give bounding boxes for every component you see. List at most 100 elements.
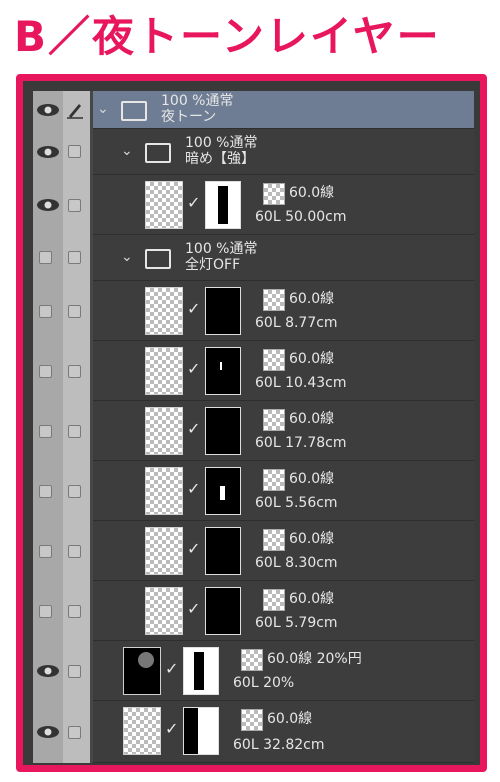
layer-row-tone[interactable]: ✓ 60.0線 60L 5.79cm (33, 581, 474, 641)
tone-lines: 60.0線 (289, 291, 335, 307)
layer-row-tone[interactable]: ✓ 60.0線 60L 8.30cm (33, 521, 474, 581)
edit-checkbox[interactable] (68, 665, 81, 678)
link-icon: ✓ (165, 659, 179, 678)
layer-mask-thumbnail (205, 347, 241, 395)
layer-row-tone[interactable]: ✓ 60.0線 60L 17.78cm (33, 401, 474, 461)
layer-body: ✓ 60.0線 60L 50.00cm (93, 175, 474, 235)
layer-mask-thumbnail (205, 287, 241, 335)
layer-row-tone[interactable]: ✓ 60.0線 60L 8.77cm (33, 281, 474, 341)
tone-size: 60L 8.30cm (255, 555, 338, 571)
tone-size: 60L 5.79cm (255, 615, 338, 631)
link-icon: ✓ (187, 479, 201, 498)
tone-icon (241, 709, 263, 731)
layer-blend: 100 %通常 (161, 93, 234, 109)
layer-thumbnail (145, 287, 183, 335)
layer-name: 夜トーン (161, 109, 217, 125)
chevron-down-icon[interactable]: ⌄ (121, 143, 133, 159)
layer-body: ✓ 60.0線 60L 32.82cm (93, 701, 474, 763)
tone-lines: 60.0線 20%円 (267, 651, 362, 667)
eye-icon[interactable] (36, 103, 60, 117)
layer-blend: 100 %通常 (185, 135, 258, 151)
layer-name: 全灯OFF (185, 257, 241, 273)
link-icon: ✓ (187, 359, 201, 378)
tone-size: 60L 17.78cm (255, 435, 347, 451)
edit-checkbox[interactable] (68, 605, 81, 618)
layer-row-tone[interactable]: ✓ 60.0線 60L 10.43cm (33, 341, 474, 401)
layer-body: ✓ 60.0線 20%円 60L 20% (93, 641, 474, 701)
chevron-down-icon[interactable]: ⌄ (97, 101, 109, 117)
tone-icon (263, 409, 285, 431)
tone-lines: 60.0線 (289, 411, 335, 427)
edit-checkbox[interactable] (68, 305, 81, 318)
link-icon: ✓ (187, 599, 201, 618)
link-icon: ✓ (187, 539, 201, 558)
tone-icon (263, 469, 285, 491)
layer-mask-thumbnail (205, 587, 241, 635)
edit-checkbox[interactable] (68, 365, 81, 378)
tone-size: 60L 32.82cm (233, 737, 325, 753)
visibility-checkbox[interactable] (39, 365, 52, 378)
layer-row-folder-all-off[interactable]: ⌄ 100 %通常 全灯OFF (33, 235, 474, 281)
folder-icon (145, 143, 171, 163)
visibility-checkbox[interactable] (39, 545, 52, 558)
visibility-checkbox[interactable] (39, 485, 52, 498)
layer-thumbnail (145, 467, 183, 515)
tone-lines: 60.0線 (289, 591, 335, 607)
chevron-down-icon[interactable]: ⌄ (121, 249, 133, 265)
edit-checkbox[interactable] (68, 251, 81, 264)
tone-size: 60L 8.77cm (255, 315, 338, 331)
layer-panel: ⌄ 100 %通常 夜トーン ⌄ 100 %通常 暗め【強】 ✓ 60.0線 6… (16, 74, 487, 772)
layer-body: ✓ 60.0線 60L 5.79cm (93, 581, 474, 641)
tone-icon (263, 289, 285, 311)
tone-lines: 60.0線 (289, 351, 335, 367)
tone-lines: 60.0線 (289, 185, 335, 201)
layer-row-tone-circle[interactable]: ✓ 60.0線 20%円 60L 20% (33, 641, 474, 701)
edit-checkbox[interactable] (68, 425, 81, 438)
layer-name: 暗め【強】 (185, 151, 255, 167)
tone-size: 60L 50.00cm (255, 209, 347, 225)
edit-checkbox[interactable] (68, 199, 81, 212)
edit-checkbox[interactable] (68, 545, 81, 558)
tone-icon (263, 349, 285, 371)
visibility-checkbox[interactable] (39, 305, 52, 318)
layer-mask-thumbnail (183, 647, 219, 695)
layer-row-tone[interactable]: ✓ 60.0線 60L 50.00cm (33, 175, 474, 235)
layer-row-folder-night-tone[interactable]: ⌄ 100 %通常 夜トーン (33, 91, 474, 129)
tone-icon (263, 183, 285, 205)
layer-thumbnail (145, 587, 183, 635)
layer-row-tone[interactable]: ✓ 60.0線 60L 32.82cm (33, 701, 474, 763)
eye-icon[interactable] (36, 725, 60, 739)
visibility-checkbox[interactable] (39, 251, 52, 264)
layer-mask-thumbnail (183, 707, 219, 755)
page-title: B／夜トーンレイヤー (14, 12, 441, 61)
layer-thumbnail (145, 181, 183, 229)
pen-icon[interactable] (66, 101, 84, 119)
tone-icon (263, 529, 285, 551)
eye-icon[interactable] (36, 145, 60, 159)
layer-body: ⌄ 100 %通常 暗め【強】 (93, 129, 474, 175)
layer-thumbnail (145, 407, 183, 455)
edit-checkbox[interactable] (68, 145, 81, 158)
tone-lines: 60.0線 (289, 531, 335, 547)
layer-body: ✓ 60.0線 60L 5.56cm (93, 461, 474, 521)
layer-body: ✓ 60.0線 60L 8.30cm (93, 521, 474, 581)
layer-row-tone[interactable]: ✓ 60.0線 60L 5.56cm (33, 461, 474, 521)
layer-thumbnail (123, 647, 161, 695)
layer-row-folder-dark-strong[interactable]: ⌄ 100 %通常 暗め【強】 (33, 129, 474, 175)
link-icon: ✓ (165, 719, 179, 738)
visibility-checkbox[interactable] (39, 605, 52, 618)
tone-icon (241, 649, 263, 671)
edit-checkbox[interactable] (68, 726, 81, 739)
visibility-checkbox[interactable] (39, 425, 52, 438)
tone-lines: 60.0線 (289, 471, 335, 487)
layer-body: ✓ 60.0線 60L 10.43cm (93, 341, 474, 401)
tone-size: 60L 20% (233, 675, 295, 691)
layer-mask-thumbnail (205, 527, 241, 575)
link-icon: ✓ (187, 299, 201, 318)
edit-checkbox[interactable] (68, 485, 81, 498)
layer-blend: 100 %通常 (185, 241, 258, 257)
eye-icon[interactable] (36, 664, 60, 678)
layer-body: ⌄ 100 %通常 全灯OFF (93, 235, 474, 281)
layer-body: ⌄ 100 %通常 夜トーン (93, 91, 474, 129)
eye-icon[interactable] (36, 198, 60, 212)
